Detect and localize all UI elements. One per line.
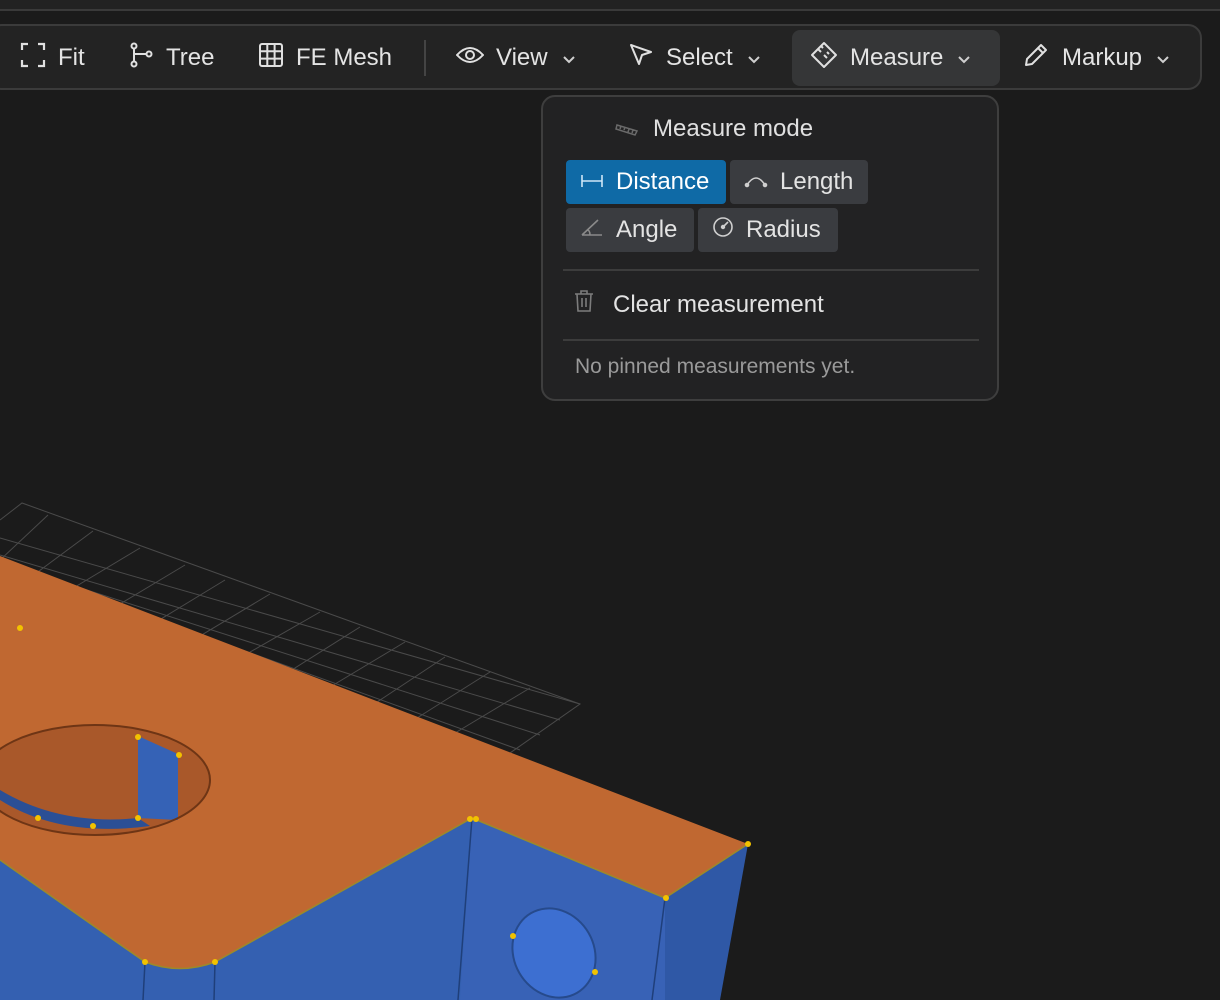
- chevron-down-icon: [957, 44, 971, 72]
- chevron-down-icon: [562, 44, 576, 72]
- part-model[interactable]: [0, 556, 751, 1000]
- view-label: View: [496, 44, 548, 71]
- mode-label: Length: [780, 168, 854, 195]
- ruler-icon: [615, 121, 639, 142]
- mode-length-button[interactable]: Length: [730, 160, 868, 204]
- mode-distance-button[interactable]: Distance: [566, 160, 726, 204]
- menu-divider: [563, 339, 979, 341]
- chevron-down-icon: [747, 44, 761, 72]
- through-hole: [0, 724, 211, 836]
- pencil-icon: [1022, 41, 1050, 76]
- measure-mode-heading: Measure mode: [653, 115, 814, 142]
- measure-dropdown-menu: Measure mode Distance Length Angle Radiu…: [541, 95, 999, 401]
- measure-dropdown-button[interactable]: Measure: [792, 30, 1000, 86]
- mode-radius-button[interactable]: Radius: [698, 208, 838, 252]
- arc-length-icon: [744, 168, 768, 196]
- fit-label: Fit: [58, 44, 85, 71]
- fit-frame-icon: [20, 42, 46, 75]
- tree-branch-icon: [128, 42, 154, 75]
- pinned-measurements-empty-text: No pinned measurements yet.: [575, 355, 856, 378]
- clear-measurement-button[interactable]: Clear measurement: [573, 289, 824, 320]
- mode-angle-button[interactable]: Angle: [566, 208, 694, 252]
- view-dropdown-button[interactable]: View: [446, 30, 596, 86]
- angle-icon: [580, 216, 604, 244]
- radius-icon: [712, 216, 734, 245]
- mode-label: Distance: [616, 168, 710, 195]
- distance-icon: [580, 168, 604, 196]
- grid-mesh-icon: [258, 42, 284, 75]
- menu-divider: [563, 269, 979, 271]
- mode-label: Radius: [746, 216, 821, 243]
- fit-button[interactable]: Fit: [10, 30, 106, 86]
- cursor-arrow-icon: [628, 42, 654, 75]
- toolbar-separator: [424, 40, 426, 76]
- ruler-icon: [810, 41, 838, 76]
- fe-mesh-label: FE Mesh: [296, 44, 393, 71]
- chevron-down-icon: [1156, 44, 1170, 72]
- trash-icon: [573, 289, 595, 320]
- markup-dropdown-button[interactable]: Markup: [1012, 30, 1190, 86]
- select-dropdown-button[interactable]: Select: [618, 30, 778, 86]
- fe-mesh-button[interactable]: FE Mesh: [248, 30, 412, 86]
- select-label: Select: [666, 44, 733, 71]
- markup-label: Markup: [1062, 44, 1143, 71]
- mode-label: Angle: [616, 216, 678, 243]
- clear-measurement-label: Clear measurement: [613, 290, 824, 318]
- measure-label: Measure: [850, 44, 944, 71]
- eye-icon: [455, 44, 485, 73]
- tree-label: Tree: [166, 44, 215, 71]
- tree-button[interactable]: Tree: [118, 30, 234, 86]
